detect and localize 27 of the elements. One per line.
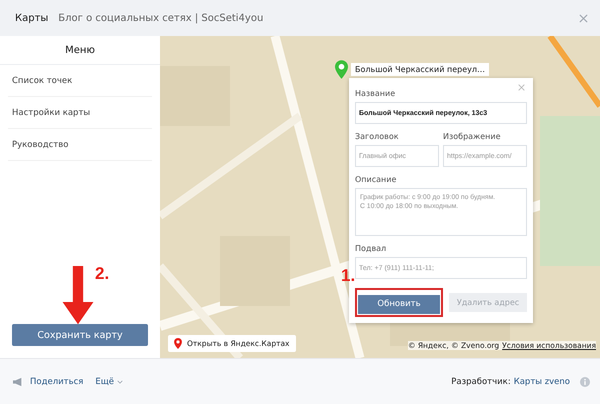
field-label: Заголовок	[355, 132, 400, 141]
save-map-button[interactable]: Сохранить карту	[12, 324, 148, 346]
map-pin-icon	[174, 338, 182, 349]
field-label: Подвал	[355, 244, 388, 253]
menu-item[interactable]: Список точек	[8, 65, 152, 97]
field-label: Изображение	[443, 132, 502, 141]
developer-label: Разработчик:	[451, 376, 511, 386]
annotation-number: 2.	[95, 264, 110, 283]
menu-item[interactable]: Настройки карты	[8, 97, 152, 129]
info-icon[interactable]	[580, 376, 590, 386]
pin-label: Большой Черкасский переул…	[351, 63, 489, 76]
window-subtitle: Блог о социальных сетях | SocSeti4you	[58, 12, 264, 24]
field-label: Описание	[355, 175, 398, 184]
field-label: Название	[355, 89, 396, 98]
megaphone-icon[interactable]	[12, 376, 24, 386]
menu-item[interactable]: Руководство	[8, 129, 152, 161]
update-button[interactable]: Обновить	[358, 294, 440, 314]
developer-link[interactable]: Карты zveno	[514, 376, 570, 386]
close-icon[interactable]	[518, 84, 525, 91]
more-menu[interactable]: Ещё	[95, 376, 124, 386]
share-link[interactable]: Поделиться	[30, 376, 84, 386]
caret-icon	[117, 380, 124, 384]
window-title: Карты	[15, 12, 48, 24]
annotation-number: 1.	[341, 266, 356, 286]
map-pin-icon[interactable]	[335, 60, 348, 79]
down-arrow-icon	[60, 266, 96, 326]
close-icon[interactable]	[579, 14, 588, 22]
